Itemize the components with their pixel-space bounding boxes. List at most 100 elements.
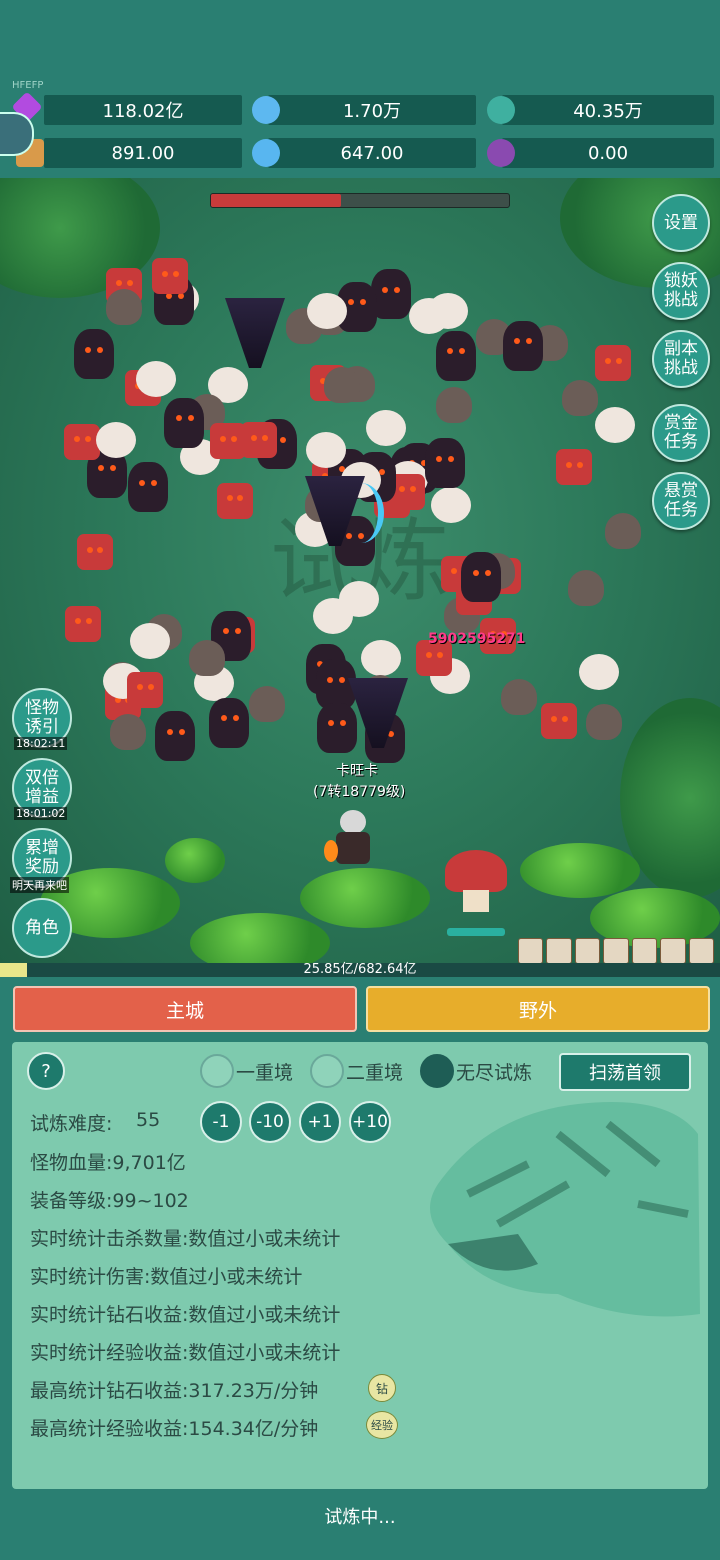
difficulty-plus-10-button[interactable]: +10 — [349, 1101, 391, 1143]
monster-eye — [162, 271, 169, 277]
monster-red — [127, 671, 164, 708]
difficulty-minus-1-button[interactable]: -1 — [200, 1101, 242, 1143]
monster-eye — [448, 455, 455, 462]
realtime-diamond-line: 实时统计钻石收益:数值过小或未统计 — [30, 1304, 341, 1326]
help-button[interactable]: ? — [27, 1052, 65, 1090]
monster-wool — [338, 581, 379, 618]
monster-bird — [436, 387, 473, 424]
monster-red — [152, 258, 189, 295]
monster-eye — [251, 435, 258, 442]
monster-dark — [315, 659, 356, 710]
difficulty-plus-1-button[interactable]: +1 — [299, 1101, 341, 1143]
monster-eye — [381, 286, 388, 293]
monster-red — [241, 422, 278, 459]
monster-eye — [409, 486, 416, 493]
resource-value: 647.00 — [340, 142, 404, 164]
mode-radio-second-realm[interactable] — [310, 1054, 344, 1088]
diamond-badge-icon: 钻 — [368, 1374, 396, 1402]
monster-bird — [604, 513, 641, 550]
settings-button[interactable]: 设置 — [652, 194, 710, 252]
resource-diamond: 118.02亿 — [44, 95, 242, 125]
skill-slot[interactable] — [660, 938, 686, 963]
monster-eye — [226, 495, 233, 502]
monster-dark — [73, 329, 114, 380]
monster-dark — [425, 438, 466, 489]
skill-slot[interactable] — [518, 938, 544, 963]
monster-red — [540, 703, 577, 740]
bush — [300, 868, 430, 928]
max-diamond-line: 最高统计钻石收益:317.23万/分钟 — [30, 1380, 319, 1402]
monster-eye — [577, 461, 583, 468]
bush — [190, 913, 330, 963]
sweep-boss-button[interactable]: 扫荡首领 — [559, 1053, 691, 1091]
monster-bird — [585, 704, 622, 741]
monster-eye — [550, 716, 557, 723]
resource-value: 1.70万 — [342, 101, 402, 122]
trial-status: 试炼中... — [324, 1507, 396, 1528]
monster-bird — [106, 289, 143, 326]
monster-eye — [347, 299, 354, 306]
exp-text: 25.85亿/682.64亿 — [303, 962, 417, 977]
resource-potion: 0.00 — [502, 138, 714, 168]
mode-radio-endless-trial[interactable] — [420, 1054, 454, 1088]
monster-dark — [461, 552, 502, 603]
monster-red — [63, 423, 100, 460]
tornado-effect — [225, 298, 285, 368]
resource-value: 118.02亿 — [102, 101, 184, 122]
monster-eye — [178, 728, 185, 735]
monster-dark — [316, 702, 357, 753]
difficulty-label: 试炼难度: — [30, 1113, 113, 1135]
monster-eye — [359, 299, 366, 306]
resource-value: 0.00 — [587, 142, 629, 164]
character-button[interactable]: 角色 — [12, 898, 72, 958]
mode-label: 二重境 — [346, 1062, 404, 1084]
mode-label: 一重境 — [236, 1062, 294, 1084]
monster-red — [216, 482, 253, 519]
battle-field[interactable]: 试炼 5902595271 卡旺卡 (7转18779级) — [0, 178, 720, 963]
dungeon-challenge-button[interactable]: 副本 挑战 — [652, 330, 710, 388]
monster-red — [556, 449, 593, 486]
monster-eye — [561, 716, 568, 723]
monster-wool — [360, 640, 401, 677]
bush — [165, 838, 225, 883]
monster-eye — [166, 728, 173, 735]
monster-eye — [138, 479, 145, 486]
mode-radio-first-realm[interactable] — [200, 1054, 234, 1088]
realtime-damage-line: 实时统计伤害:数值过小或未统计 — [30, 1266, 303, 1288]
resource-crystal: 1.70万 — [268, 95, 476, 125]
monster-bird — [249, 685, 286, 722]
mode-label: 无尽试炼 — [456, 1062, 533, 1084]
monster-eye — [175, 415, 182, 422]
monster-bird — [500, 678, 537, 715]
monster-eye — [234, 628, 241, 635]
resource-value: 891.00 — [111, 142, 175, 164]
monster-dark — [155, 711, 196, 762]
cumulative-reward-status: 明天再来吧 — [10, 877, 69, 893]
monster-bird — [110, 713, 147, 750]
skill-slot[interactable] — [546, 938, 572, 963]
skill-slot[interactable] — [603, 938, 629, 963]
difficulty-minus-10-button[interactable]: -10 — [249, 1101, 291, 1143]
reward-task-button[interactable]: 悬赏 任务 — [652, 472, 710, 530]
demon-lock-challenge-button[interactable]: 锁妖 挑战 — [652, 262, 710, 320]
monster-wool — [409, 297, 450, 334]
monster-red — [64, 605, 101, 642]
monster-dark — [436, 330, 477, 381]
monster-eye — [230, 435, 237, 442]
top-tag: HFEFP — [12, 80, 44, 91]
max-exp-line: 最高统计经验收益:154.34亿/分钟 — [30, 1418, 319, 1440]
skill-slot[interactable] — [574, 938, 601, 963]
damage-number: 5902595271 — [428, 631, 526, 647]
monster-eye — [74, 436, 80, 443]
resource-scroll: 891.00 — [44, 138, 242, 168]
skill-slot[interactable] — [688, 938, 714, 963]
resource-globe: 40.35万 — [502, 95, 714, 125]
monster-eye — [97, 546, 104, 553]
bounty-task-button[interactable]: 赏金 任务 — [652, 404, 710, 462]
monster-red — [210, 423, 247, 460]
wild-button[interactable]: 野外 — [366, 986, 710, 1032]
main-city-button[interactable]: 主城 — [13, 986, 357, 1032]
monster-eye — [187, 415, 194, 422]
monster-eye — [86, 546, 93, 553]
skill-slot[interactable] — [631, 938, 658, 963]
